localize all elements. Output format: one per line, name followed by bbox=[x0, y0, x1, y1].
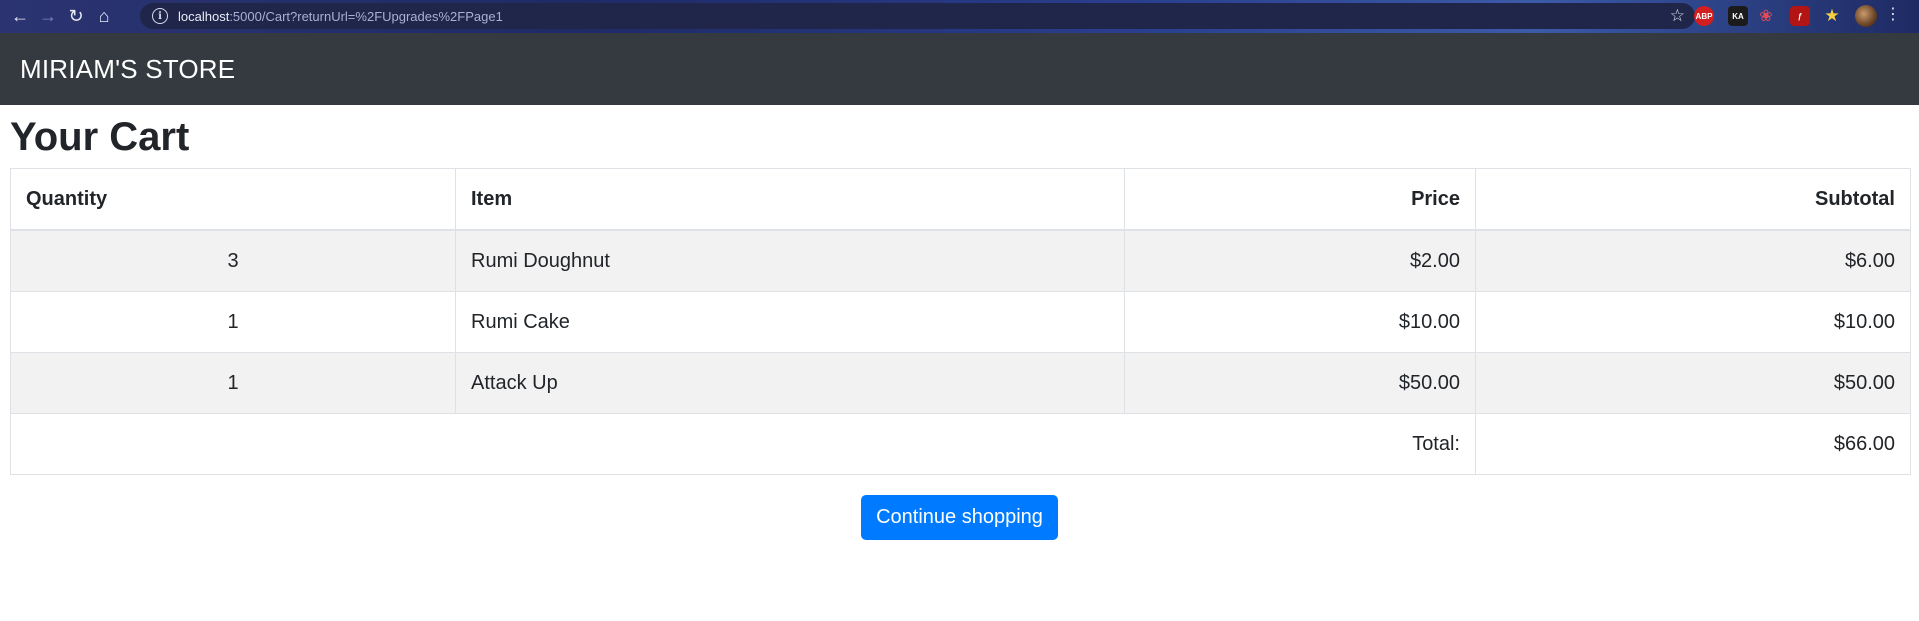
cell-subtotal: $6.00 bbox=[1475, 229, 1911, 292]
continue-shopping-button[interactable]: Continue shopping bbox=[861, 495, 1058, 540]
profile-avatar[interactable] bbox=[1855, 5, 1877, 27]
cart-table: Quantity Item Price Subtotal 3 Rumi Doug… bbox=[10, 168, 1911, 475]
yellow-extension-icon[interactable]: ★ bbox=[1822, 6, 1842, 26]
cell-item: Rumi Cake bbox=[455, 291, 1125, 353]
table-header-row: Quantity Item Price Subtotal bbox=[10, 168, 1911, 231]
main-content: Your Cart Quantity Item Price Subtotal 3… bbox=[0, 115, 1919, 540]
forward-arrow-icon[interactable]: → bbox=[34, 3, 62, 31]
table-row: 3 Rumi Doughnut $2.00 $6.00 bbox=[10, 229, 1911, 292]
reload-icon[interactable]: ↻ bbox=[62, 3, 90, 31]
cell-quantity: 3 bbox=[10, 229, 456, 292]
cell-price: $10.00 bbox=[1124, 291, 1476, 353]
address-bar[interactable]: i localhost:5000/Cart?returnUrl=%2FUpgra… bbox=[140, 3, 1695, 29]
info-icon[interactable]: i bbox=[152, 8, 168, 24]
cell-item: Attack Up bbox=[455, 352, 1125, 414]
cell-price: $50.00 bbox=[1124, 352, 1476, 414]
cell-quantity: 1 bbox=[10, 352, 456, 414]
page-title: Your Cart bbox=[10, 115, 190, 159]
browser-toolbar: ← → ↻ ⌂ i localhost:5000/Cart?returnUrl=… bbox=[0, 0, 1919, 33]
table-row: 1 Rumi Cake $10.00 $10.00 bbox=[10, 291, 1911, 353]
total-row: Total: $66.00 bbox=[10, 413, 1911, 475]
table-row: 1 Attack Up $50.00 $50.00 bbox=[10, 352, 1911, 414]
bookmark-star-icon[interactable]: ☆ bbox=[1670, 6, 1685, 26]
flash-extension-icon[interactable]: ƒ bbox=[1790, 6, 1810, 26]
header-price: Price bbox=[1124, 168, 1476, 231]
store-navbar: MIRIAM'S STORE bbox=[0, 33, 1919, 105]
cell-subtotal: $50.00 bbox=[1475, 352, 1911, 414]
home-icon[interactable]: ⌂ bbox=[90, 3, 118, 31]
cart-actions: Continue shopping bbox=[10, 495, 1909, 540]
ka-extension-icon[interactable]: KA bbox=[1728, 6, 1748, 26]
red-extension-icon[interactable]: ❀ bbox=[1756, 6, 1776, 26]
header-item: Item bbox=[455, 168, 1125, 231]
header-subtotal: Subtotal bbox=[1475, 168, 1911, 231]
cell-price: $2.00 bbox=[1124, 229, 1476, 292]
total-label: Total: bbox=[10, 413, 1476, 475]
cell-quantity: 1 bbox=[10, 291, 456, 353]
total-value: $66.00 bbox=[1475, 413, 1911, 475]
url-text[interactable]: localhost:5000/Cart?returnUrl=%2FUpgrade… bbox=[178, 9, 503, 24]
store-brand[interactable]: MIRIAM'S STORE bbox=[20, 54, 235, 85]
header-quantity: Quantity bbox=[10, 168, 456, 231]
back-arrow-icon[interactable]: ← bbox=[6, 3, 34, 31]
adblock-extension-icon[interactable]: ABP bbox=[1694, 6, 1714, 26]
menu-dots-icon[interactable]: ⋮ bbox=[1885, 4, 1901, 24]
cell-subtotal: $10.00 bbox=[1475, 291, 1911, 353]
cell-item: Rumi Doughnut bbox=[455, 229, 1125, 292]
